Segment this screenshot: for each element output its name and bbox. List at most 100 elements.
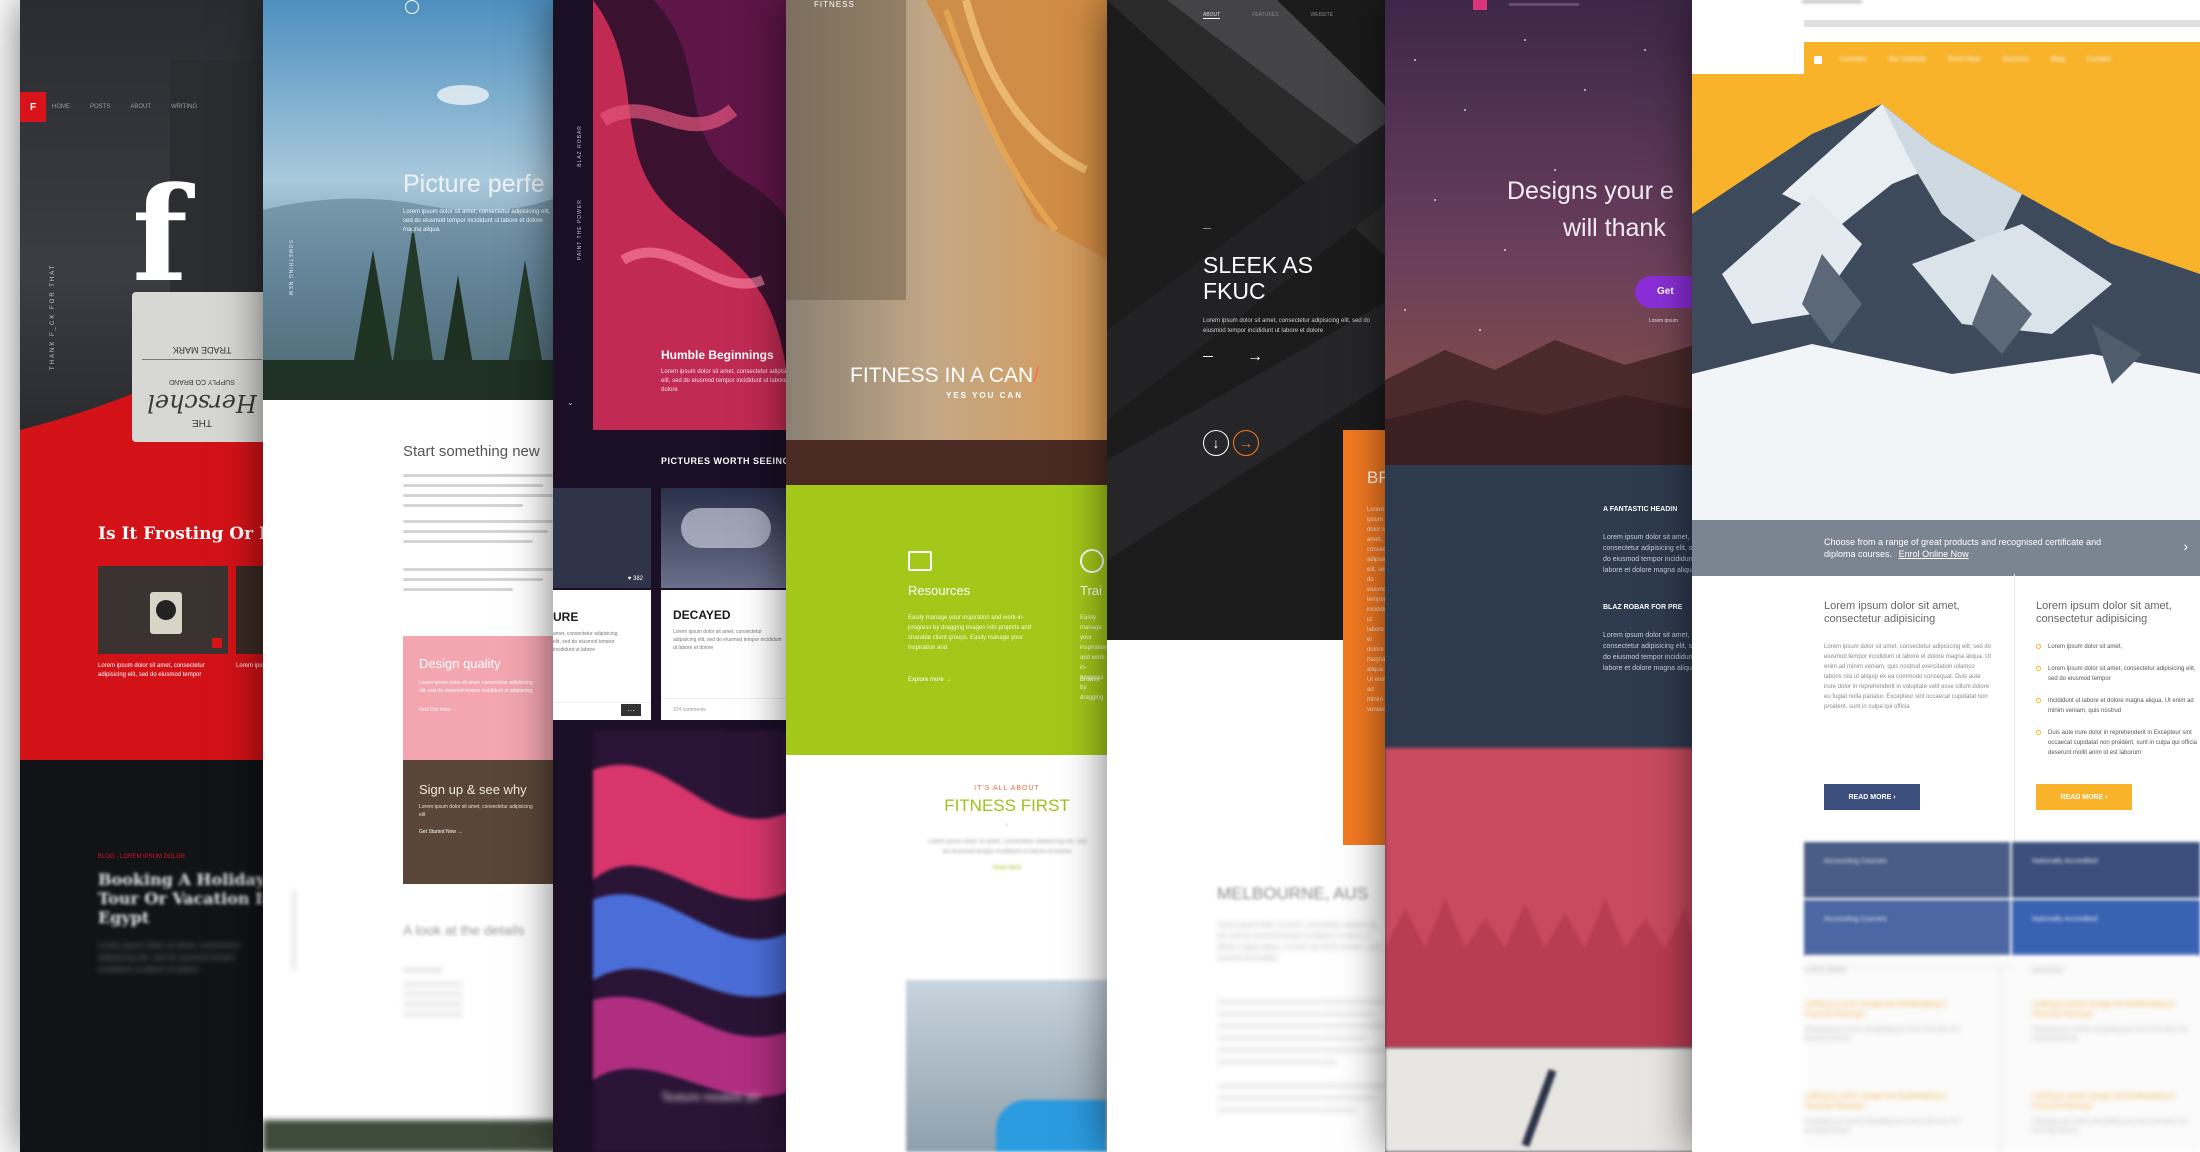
card-left[interactable]: URE amet, consectetur adipisicing elit, … [553,590,651,720]
template-preview-1: F HOME POSTS ABOUT WRITING THANK F_CK FO… [20,0,270,1152]
hero-title-text: FITNESS IN A CAN [850,364,1034,387]
trail-text: Easily manage your inspiration and work-… [1080,615,1108,701]
nav-blog[interactable]: Blog [2051,56,2065,63]
signup-card[interactable]: Sign up & see why Lorem ipsum dolor sit … [403,760,563,884]
comments-count[interactable]: 374 comments [661,698,793,720]
hero-text: Lorem ipsum dolor sit amet, consectetur … [1203,318,1371,334]
hero-title: Picture perfe [403,170,545,198]
bullet-text-3: Incididunt ut labore et dolore magna ali… [2048,698,2194,714]
resources-text: Easily manage your inspiration and work-… [908,615,1032,651]
news-text-1: Changing your career and getting your fo… [1804,1027,1960,1042]
course-tile-3[interactable]: Accounting Courses [1804,900,2010,956]
card-decayed-title: DECAYED [673,608,731,622]
logo-circle-icon[interactable] [405,0,419,14]
city-title: MELBOURNE, AUS [1217,884,1369,903]
blog-title-2[interactable]: Looking to career change into Bookkeepin… [2032,1092,2192,1112]
news-title-2[interactable]: Looking to career change into Bookkeepin… [1804,1092,1964,1112]
template-preview-6: Designs your e will thank Get Lorem ipsu… [1385,0,1695,1152]
explore-link[interactable]: Explore more → [908,677,951,683]
nav-contact[interactable]: Contact [2087,56,2111,63]
course-tile-1[interactable]: Accounting Courses [1804,842,2010,898]
find-out-link[interactable]: Find Out more → [419,707,547,713]
chevron-down-icon[interactable]: ⌄ [567,398,574,407]
patch-sub: SUPPLY CO BRAND [169,378,235,385]
card-decayed[interactable]: DECAYED Lorem ipsum dolor sit amet, cons… [661,590,793,720]
card-image-camera[interactable] [98,566,228,654]
features-band: Resources Easily manage your inspiration… [786,485,1108,755]
course-tile-4[interactable]: Nationally Accredited [2012,900,2200,956]
bullet-icon [2036,666,2041,671]
logo-badge[interactable]: F [20,92,46,122]
texture-art-photo [593,730,793,1152]
nav-item-about[interactable]: ABOUT [130,104,151,110]
nav-item-posts[interactable]: POSTS [90,104,110,110]
card-decayed-text: Lorem ipsum dolor sit amet, consectetur … [673,629,782,651]
our-blog-heading: OUR BLOG [2032,968,2064,974]
nav-features[interactable]: FEATURES [1252,12,1278,19]
nav-enrol[interactable]: Enrol Now [1948,56,1980,63]
feature-heading-1: A FANTASTIC HEADIN [1603,506,1678,513]
trail-title: Trai [1080,583,1102,598]
collage-stage: F HOME POSTS ABOUT WRITING THANK F_CK FO… [0,0,2200,1152]
tile3-title: Accounting Courses [1824,916,1887,923]
nav-success[interactable]: Success [2003,56,2029,63]
humble-title: Humble Beginnings [661,348,774,362]
column2-title: Lorem ipsum dolor sit amet, consectetur … [2036,600,2172,625]
pen-shape [1521,1069,1557,1147]
arrow-right-icon[interactable]: → [1247,348,1263,366]
read-more-button[interactable]: READ MORE › [1824,784,1920,810]
nav-about[interactable]: ABOUT [1203,12,1221,19]
arrow-down-circle-icon[interactable]: ↓ [1203,430,1229,456]
arrow-right-circle-icon[interactable]: → [1233,430,1259,456]
title-dash [1203,228,1211,229]
browse-link[interactable]: Browse [1080,677,1100,683]
design-quality-card[interactable]: Design quality Lorem ipsum dolor sit ame… [403,636,563,760]
get-started-link[interactable]: Get Started Now → [419,829,547,835]
card-caption: Lorem ipsum dolor sit amet, consectetur … [98,663,205,678]
nav-item-writing[interactable]: WRITING [171,104,197,110]
card-tag-icon [212,638,222,648]
orange-feature-block: BR OF Lorem ipsum dolor sit amet, consec… [1343,430,1390,845]
read-more-link[interactable]: Read More [906,865,1108,871]
post-excerpt: Lorem ipsum dolor sit amet, consectetur … [98,941,241,974]
card-image-clouds[interactable] [661,488,793,588]
feature-text-2: Lorem ipsum dolor sit amet, consectetur … [1603,632,1695,672]
orange-title: BR OF [1367,468,1387,487]
news-title-1[interactable]: Looking to career change into Bookkeepin… [1804,1000,1964,1020]
blog-title-1[interactable]: Looking to career change into Bookkeepin… [2032,1000,2192,1020]
enrol-online-link[interactable]: Enrol Online Now [1899,549,1969,559]
nav-institute[interactable]: Our Institute [1888,56,1926,63]
forest-hero-photo [263,0,563,400]
more-icon[interactable]: ··· [621,704,641,716]
slider-dash [1203,356,1213,357]
mountain-hero-photo [1692,74,2200,520]
nav-courses[interactable]: Courses [1840,56,1866,63]
about-title: FITNESS FIRST [944,796,1070,815]
chevron-right-icon[interactable]: › [2183,538,2188,554]
brand-logo[interactable]: FITNESS [814,0,855,9]
get-started-button[interactable]: Get [1635,276,1695,308]
runner-hero-photo [786,0,1108,485]
side-label-2: BLAZ ROBAR [577,125,583,167]
about-kicker: IT'S ALL ABOUT [974,785,1040,792]
bottom-photo [906,980,1108,1152]
brand-logo-text [1509,3,1579,6]
card-image-left[interactable]: ♥ 382 [553,488,651,588]
top-bar [1804,20,2200,27]
humble-text: Lorem ipsum dolor sit amet, consectetur … [661,369,793,393]
home-icon[interactable] [1814,56,1822,64]
post-title[interactable]: Booking A Holiday Tour Or Vacation In Eg… [98,870,270,927]
nav-website[interactable]: WEBSITE [1311,12,1334,19]
bullet-icon [2036,698,2041,703]
course-tile-2[interactable]: Nationally Accredited [2012,842,2200,898]
gauge-icon [1080,549,1104,573]
blog-text-1: Changing your career and getting your fo… [2032,1027,2188,1042]
read-more-button-2[interactable]: READ MORE › [2036,784,2132,810]
nav-item-home[interactable]: HOME [52,104,70,110]
side-label-1: PAINT THE POWER [577,199,583,260]
patch-top: THE [192,417,212,428]
brand-logo-icon[interactable] [1473,0,1487,10]
shoe-shape [996,1100,1106,1152]
side-rule [293,890,295,970]
pink-forest-section [1385,748,1695,1048]
